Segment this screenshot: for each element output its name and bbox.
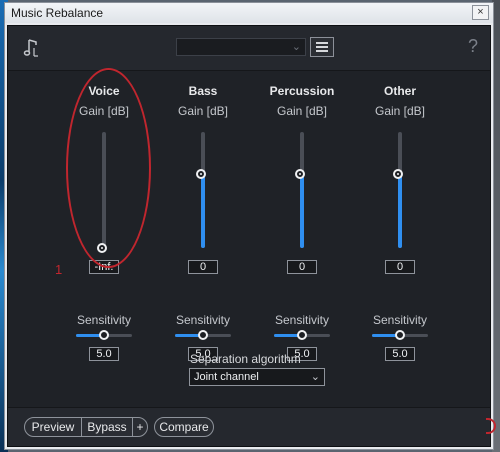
bottom-bar: Preview Bypass + Compare [8, 407, 490, 446]
chevron-down-icon: ⌄ [291, 41, 301, 53]
gain-label: Gain [dB] [276, 104, 328, 118]
sensitivity-slider[interactable] [274, 330, 330, 340]
sensitivity-slider[interactable] [372, 330, 428, 340]
sensitivity-slider[interactable] [175, 330, 231, 340]
sensitivity-slider-handle[interactable] [99, 330, 109, 340]
gain-slider-fill [300, 173, 304, 248]
gain-value-field[interactable]: 0 [287, 260, 317, 274]
gain-slider-handle[interactable] [393, 168, 403, 179]
sensitivity-label: Sensitivity [372, 313, 428, 327]
preset-dropdown[interactable]: ⌄ [176, 38, 306, 56]
gain-slider-fill [201, 173, 205, 248]
sensitivity-label: Sensitivity [175, 313, 231, 327]
gain-slider-handle[interactable] [196, 168, 206, 179]
sensitivity-slider-handle[interactable] [297, 330, 307, 340]
separation-algorithm-value: Joint channel [194, 371, 259, 383]
sensitivity-label: Sensitivity [274, 313, 330, 327]
channel-name: Percussion [269, 84, 335, 98]
sensitivity-value-field[interactable]: 5.0 [385, 347, 415, 361]
gain-slider-fill [398, 173, 402, 248]
annotation-ellipse [66, 68, 151, 268]
compare-button[interactable]: Compare [154, 417, 214, 437]
add-button[interactable]: + [132, 417, 148, 437]
channel-other: Other Gain [dB] 0 Sensitivity 5.0 [355, 84, 445, 361]
help-icon[interactable]: ? [468, 36, 478, 57]
sensitivity-value-field[interactable]: 5.0 [89, 347, 119, 361]
gain-slider[interactable] [393, 132, 403, 248]
gain-slider[interactable] [295, 132, 305, 248]
separation-algorithm-label: Separation algorithm [190, 352, 301, 366]
separation-algorithm-dropdown[interactable]: Joint channel ⌄ [189, 368, 325, 386]
channel-name: Bass [188, 84, 218, 98]
menu-button[interactable] [310, 37, 334, 57]
sensitivity-slider[interactable] [76, 330, 132, 340]
close-button[interactable]: × [472, 5, 489, 20]
sensitivity-slider-handle[interactable] [198, 330, 208, 340]
chevron-down-icon: ⌄ [310, 371, 320, 383]
gain-slider-handle[interactable] [295, 168, 305, 179]
sensitivity-slider-handle[interactable] [395, 330, 405, 340]
channel-name: Other [383, 84, 416, 98]
top-toolbar: ⌄ ? [8, 26, 490, 71]
gain-label: Gain [dB] [374, 104, 426, 118]
gain-slider[interactable] [196, 132, 206, 248]
window-title: Music Rebalance [11, 6, 104, 20]
music-note-icon[interactable] [20, 36, 44, 60]
gain-value-field[interactable]: 0 [188, 260, 218, 274]
title-bar: Music Rebalance × [5, 3, 493, 23]
channel-percussion: Percussion Gain [dB] 0 Sensitivity 5.0 [257, 84, 347, 361]
gain-value-field[interactable]: 0 [385, 260, 415, 274]
channel-bass: Bass Gain [dB] 0 Sensitivity 5.0 [158, 84, 248, 361]
sensitivity-label: Sensitivity [76, 313, 132, 327]
bypass-button[interactable]: Bypass [81, 417, 133, 437]
annotation-number: 1 [55, 262, 63, 277]
gain-label: Gain [dB] [177, 104, 229, 118]
preview-button[interactable]: Preview [24, 417, 82, 437]
